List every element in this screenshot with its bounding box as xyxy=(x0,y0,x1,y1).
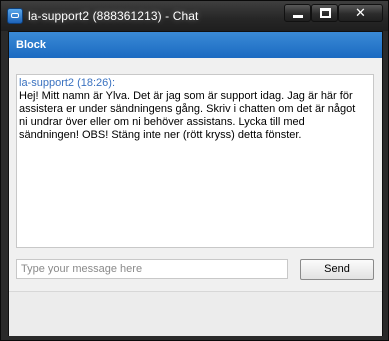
message-input[interactable] xyxy=(16,259,288,279)
block-button[interactable]: Block xyxy=(16,39,46,51)
message-text: Hej! Mitt namn är Ylva. Det är jag som ä… xyxy=(19,90,356,141)
minimize-button[interactable] xyxy=(284,4,311,22)
send-button[interactable]: Send xyxy=(300,259,374,280)
block-toolbar: Block xyxy=(9,32,382,58)
minimize-icon xyxy=(293,15,303,18)
maximize-icon xyxy=(320,8,331,18)
close-button[interactable]: ✕ xyxy=(338,4,383,22)
chat-client-area: Block la-support2 (18:26): Hej! Mitt nam… xyxy=(8,31,383,336)
message-sender: la-support2 (18:26): xyxy=(19,77,115,89)
maximize-button[interactable] xyxy=(311,4,338,22)
chat-window: la-support2 (888361213) - Chat ✕ Block l… xyxy=(0,0,389,341)
window-title: la-support2 (888361213) - Chat xyxy=(28,9,199,23)
title-bar[interactable]: la-support2 (888361213) - Chat ✕ xyxy=(1,1,388,31)
chat-history[interactable]: la-support2 (18:26): Hej! Mitt namn är Y… xyxy=(16,74,374,248)
close-icon: ✕ xyxy=(355,5,366,20)
teamviewer-icon xyxy=(7,8,23,24)
bottom-panel xyxy=(9,291,382,336)
